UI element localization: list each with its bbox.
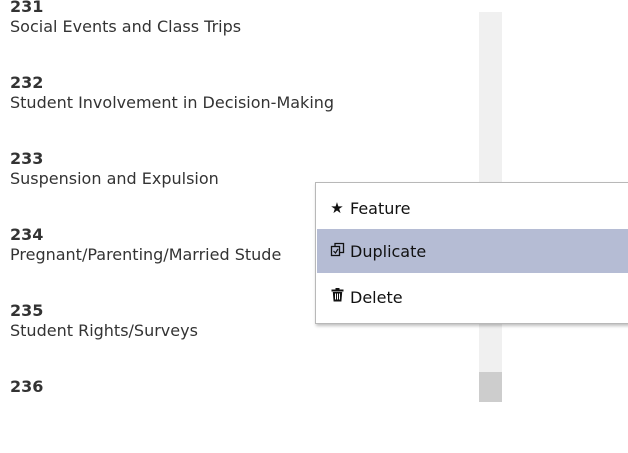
feature-menu-item[interactable]: ★ Feature	[317, 186, 628, 230]
duplicate-label: Duplicate	[350, 241, 427, 261]
item-number: 233	[10, 149, 44, 168]
context-menu: ★ Feature Duplicate Delete	[315, 182, 628, 324]
list-item[interactable]: 232 Student Involvement in Decision-Maki…	[10, 73, 480, 149]
star-icon: ★	[330, 199, 344, 217]
delete-label: Delete	[350, 287, 403, 307]
item-number: 231	[10, 0, 44, 16]
trash-icon	[328, 288, 346, 306]
item-number: 236	[10, 377, 44, 396]
duplicate-menu-item[interactable]: Duplicate	[317, 229, 628, 273]
feature-label: Feature	[350, 198, 411, 218]
item-title: Student Involvement in Decision-Making	[10, 93, 335, 112]
scrollbar-thumb[interactable]	[479, 372, 502, 402]
list-item[interactable]: 231 Social Events and Class Trips	[10, 0, 480, 73]
list-item[interactable]: 236	[10, 377, 480, 453]
delete-menu-item[interactable]: Delete	[317, 275, 628, 319]
item-number: 232	[10, 73, 44, 92]
item-title: Social Events and Class Trips	[10, 17, 242, 36]
duplicate-icon	[328, 242, 346, 261]
